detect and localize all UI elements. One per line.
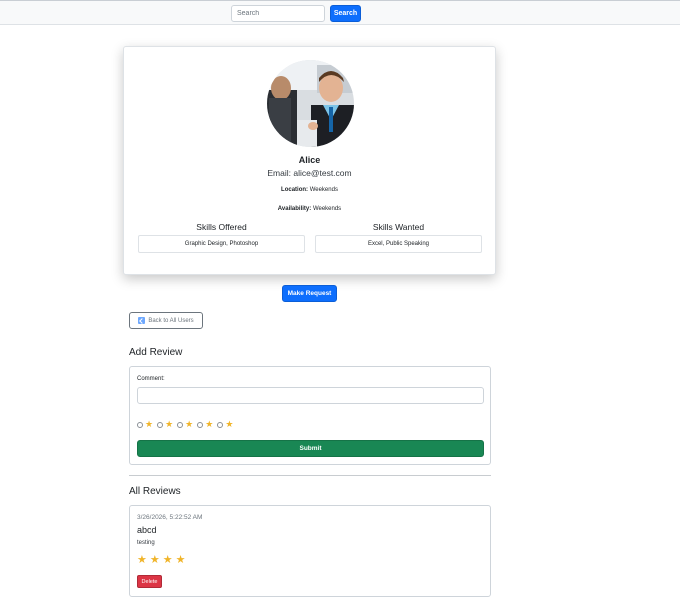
back-to-users-button[interactable]: Back to All Users [129, 312, 203, 329]
back-to-users-label: Back to All Users [148, 317, 194, 324]
location-label: Location: [281, 187, 309, 193]
review-card: 3/26/2026, 5:22:52 AM abcd testing ★ ★ ★ ★ … [129, 505, 491, 597]
avatar [267, 60, 354, 147]
section-divider [129, 475, 491, 476]
availability-value: Weekends [312, 206, 342, 212]
avatar-photo [267, 60, 354, 147]
profile-name: Alice [298, 155, 321, 165]
top-navbar: Search [0, 0, 680, 25]
skills-offered-box: Graphic Design, Photoshop [138, 235, 305, 253]
star-icon: ★ [185, 419, 194, 429]
skills-offered-heading: Skills Offered [196, 222, 247, 232]
delete-review-button[interactable]: Delete [137, 575, 162, 588]
review-rating-stars: ★ ★ ★ ★ [137, 555, 187, 566]
all-reviews-heading: All Reviews [129, 486, 181, 497]
rating-radio-5[interactable] [217, 421, 224, 428]
submit-review-button[interactable]: Submit [137, 440, 484, 457]
review-date: 3/26/2026, 5:22:52 AM [137, 514, 203, 521]
availability-label: Availability: [277, 206, 312, 212]
profile-card: Alice Email: alice@test.com Location: We… [123, 46, 496, 275]
star-icon: ★ [175, 554, 186, 566]
rating-selector: ★ ★ ★ ★ ★ [137, 420, 236, 429]
star-icon: ★ [205, 419, 214, 429]
profile-email: Email: alice@test.com [267, 168, 352, 178]
rating-radio-1[interactable] [137, 421, 143, 428]
search-input[interactable] [231, 5, 325, 22]
search-button[interactable]: Search [330, 5, 361, 22]
review-title: abcd [137, 525, 157, 535]
comment-input[interactable] [137, 387, 484, 404]
star-icon: ★ [165, 419, 174, 429]
profile-availability: Availability: Weekends [124, 206, 495, 212]
comment-label: Comment: [137, 376, 165, 382]
location-value: Weekends [309, 187, 338, 193]
make-request-button[interactable]: Make Request [282, 285, 337, 302]
profile-location: Location: Weekends [124, 187, 495, 193]
back-arrow-icon [138, 317, 146, 324]
rating-radio-4[interactable] [197, 421, 204, 428]
star-icon: ★ [162, 554, 173, 566]
review-comment: testing [137, 540, 155, 546]
skills-wanted-heading: Skills Wanted [372, 222, 425, 232]
star-icon: ★ [149, 554, 160, 566]
rating-radio-2[interactable] [157, 421, 164, 428]
rating-radio-3[interactable] [177, 421, 184, 428]
star-icon: ★ [225, 419, 234, 429]
star-icon: ★ [137, 554, 147, 566]
add-review-heading: Add Review [129, 347, 183, 358]
star-icon: ★ [145, 419, 154, 429]
skills-wanted-box: Excel, Public Speaking [315, 235, 482, 253]
add-review-form: Comment: ★ ★ ★ ★ ★ Submit [129, 366, 491, 465]
